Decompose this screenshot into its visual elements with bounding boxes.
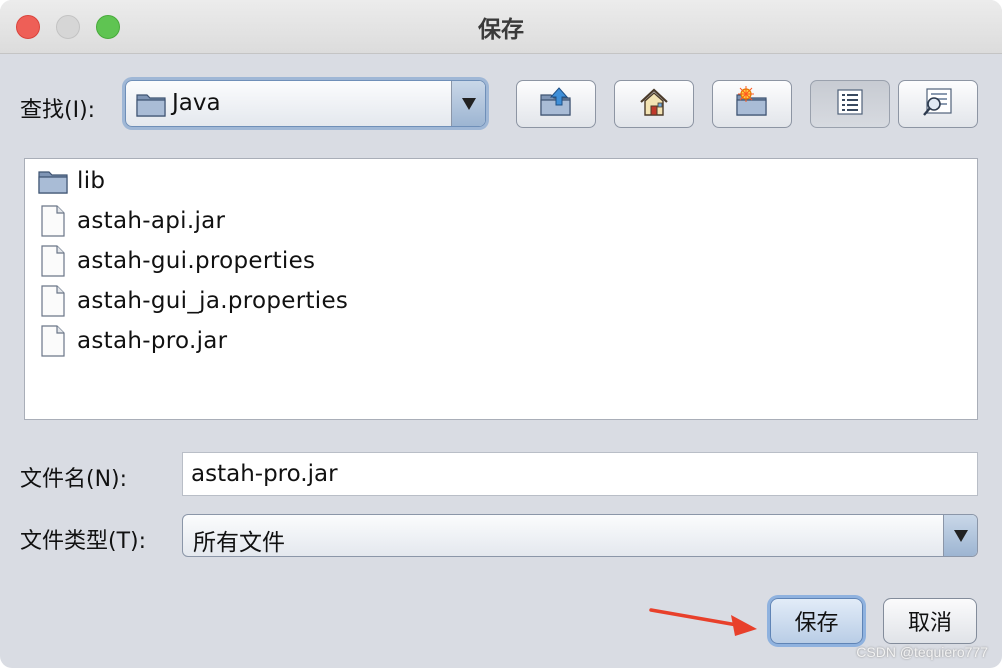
look-in-label: 查找(I):	[20, 98, 96, 123]
file-list-item[interactable]: astah-gui_ja.properties	[37, 283, 348, 319]
look-in-value: Java	[172, 90, 221, 116]
file-list[interactable]: lib astah-api.jar astah-gui.properties a…	[24, 158, 978, 420]
details-view-button[interactable]	[898, 80, 978, 128]
file-type-value: 所有文件	[193, 530, 285, 556]
folder-up-icon	[539, 86, 573, 122]
home-icon	[637, 86, 671, 122]
list-view-icon	[836, 88, 864, 120]
dialog-title: 保存	[478, 17, 524, 43]
document-icon	[37, 324, 69, 358]
file-type-label: 文件类型(T):	[20, 529, 147, 554]
save-dialog: 保存 查找(I): Java lib astah-api.jar astah-g…	[0, 0, 1002, 668]
cancel-button[interactable]: 取消	[883, 598, 977, 644]
list-view-button[interactable]	[810, 80, 890, 128]
folder-icon	[37, 164, 69, 198]
document-icon	[37, 284, 69, 318]
file-name-label: 文件名(N):	[20, 467, 128, 492]
details-view-icon	[922, 87, 954, 121]
file-type-dropdown-button[interactable]	[943, 515, 977, 556]
chevron-down-icon	[461, 97, 476, 110]
file-name: astah-api.jar	[77, 208, 226, 234]
look-in-dropdown-button[interactable]	[451, 81, 485, 126]
home-button[interactable]	[614, 80, 694, 128]
file-list-item[interactable]: lib	[37, 163, 105, 199]
document-icon	[37, 204, 69, 238]
watermark-text: CSDN @tequiero777	[856, 644, 988, 660]
look-in-combobox[interactable]: Java	[125, 80, 486, 127]
file-name: astah-gui.properties	[77, 248, 316, 274]
save-button[interactable]: 保存	[770, 598, 863, 644]
file-name-input[interactable]	[183, 453, 977, 495]
file-list-item[interactable]: astah-pro.jar	[37, 323, 227, 359]
new-folder-icon	[735, 86, 769, 122]
file-name: lib	[77, 168, 106, 194]
annotation-arrow-icon	[649, 608, 757, 636]
new-folder-button[interactable]	[712, 80, 792, 128]
file-name: astah-pro.jar	[77, 328, 228, 354]
file-name: astah-gui_ja.properties	[77, 288, 349, 314]
file-type-combobox[interactable]: 所有文件	[182, 514, 978, 557]
file-name-field[interactable]	[182, 452, 978, 496]
chevron-down-icon	[953, 529, 968, 542]
document-icon	[37, 244, 69, 278]
folder-icon	[135, 89, 167, 123]
file-list-item[interactable]: astah-gui.properties	[37, 243, 315, 279]
title-bar: 保存	[0, 0, 1002, 54]
file-list-item[interactable]: astah-api.jar	[37, 203, 225, 239]
up-one-level-button[interactable]	[516, 80, 596, 128]
